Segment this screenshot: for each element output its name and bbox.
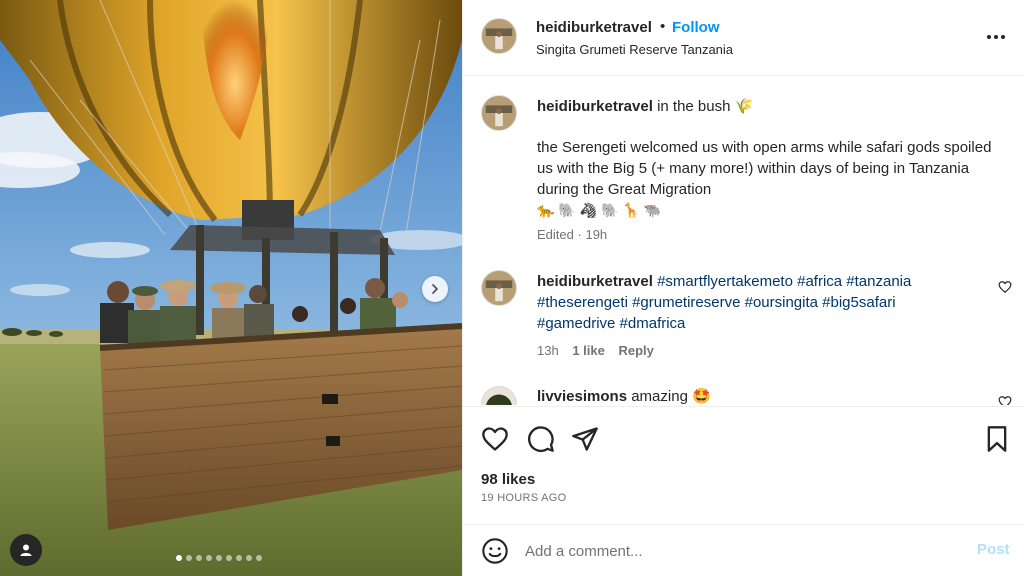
caption-age[interactable]: 19h bbox=[585, 227, 607, 242]
carousel-dot bbox=[206, 555, 212, 561]
next-slide-button[interactable] bbox=[422, 276, 448, 302]
meta-dot: · bbox=[577, 227, 582, 242]
carousel-dot bbox=[246, 555, 252, 561]
emoji-icon[interactable] bbox=[481, 537, 509, 565]
comment-input[interactable] bbox=[525, 537, 945, 565]
edited-label: Edited bbox=[537, 227, 574, 242]
post-media[interactable] bbox=[0, 0, 462, 576]
post-location[interactable]: Singita Grumeti Reserve Tanzania bbox=[536, 42, 733, 57]
avatar[interactable] bbox=[481, 18, 517, 54]
carousel-dot bbox=[186, 555, 192, 561]
comment-text: amazing 🤩 bbox=[631, 388, 711, 405]
profile-photo bbox=[482, 387, 516, 405]
caption-emojis: 🐆 🐘 🦓 🐘 🦒 🐃 bbox=[537, 202, 662, 218]
post-author-username[interactable]: heidiburketravel bbox=[536, 19, 652, 36]
comment-username[interactable]: livviesimons bbox=[537, 388, 627, 405]
caption-username[interactable]: heidiburketravel bbox=[537, 98, 653, 115]
post-details-panel: heidiburketravel • Follow Singita Grumet… bbox=[462, 0, 1024, 576]
caption-meta: Edited · 19h bbox=[537, 227, 607, 242]
caption-text: the Serengeti welcomed us with open arms… bbox=[537, 139, 992, 198]
carousel-indicator bbox=[176, 555, 262, 561]
more-options-icon[interactable] bbox=[979, 26, 1013, 48]
comment-likes-count[interactable]: 1 like bbox=[572, 343, 605, 358]
profile-photo bbox=[482, 271, 516, 305]
comment-item: livviesimons amazing 🤩 bbox=[537, 386, 711, 405]
post-actions: 98 likes 19 HOURS AGO bbox=[463, 406, 1024, 524]
avatar[interactable] bbox=[481, 270, 517, 306]
tagged-users-button[interactable] bbox=[10, 534, 42, 566]
comment-hashtags-line2[interactable]: #theserengeti #grumetireserve #oursingit… bbox=[537, 294, 896, 311]
add-comment-bar: Post bbox=[463, 524, 1024, 576]
bookmark-icon[interactable] bbox=[983, 425, 1011, 453]
post-timestamp[interactable]: 19 HOURS AGO bbox=[481, 492, 567, 504]
post-header: heidiburketravel • Follow Singita Grumet… bbox=[463, 0, 1024, 76]
comment-age[interactable]: 13h bbox=[537, 343, 559, 358]
user-tag-icon bbox=[20, 544, 32, 556]
carousel-dot bbox=[196, 555, 202, 561]
carousel-dot bbox=[256, 555, 262, 561]
reply-button[interactable]: Reply bbox=[618, 343, 653, 358]
follow-button[interactable]: Follow bbox=[672, 19, 720, 36]
comment-meta: 13h 1 like Reply bbox=[537, 343, 654, 358]
heart-icon[interactable] bbox=[481, 425, 509, 453]
comment-like-heart-icon[interactable] bbox=[998, 395, 1012, 405]
post-comment-button[interactable]: Post bbox=[977, 541, 1010, 558]
chevron-right-icon bbox=[432, 284, 438, 294]
comments-section[interactable]: heidiburketravel in the bush 🌾 the Seren… bbox=[463, 77, 1024, 405]
avatar[interactable] bbox=[481, 95, 517, 131]
share-icon[interactable] bbox=[571, 425, 599, 453]
separator-dot: • bbox=[660, 18, 666, 35]
caption-headline-text: in the bush 🌾 bbox=[657, 98, 754, 115]
carousel-dot bbox=[226, 555, 232, 561]
profile-photo bbox=[482, 96, 516, 130]
comment-like-heart-icon[interactable] bbox=[998, 280, 1012, 294]
comment-item: heidiburketravel #smartflyertakemeto #af… bbox=[537, 271, 977, 334]
profile-photo bbox=[482, 19, 516, 53]
carousel-dot bbox=[216, 555, 222, 561]
likes-count[interactable]: 98 likes bbox=[481, 471, 535, 488]
carousel-dot bbox=[176, 555, 182, 561]
comment-icon[interactable] bbox=[527, 425, 555, 453]
carousel-dot bbox=[236, 555, 242, 561]
caption-headline: heidiburketravel in the bush 🌾 bbox=[537, 96, 753, 117]
comment-hashtags-line1[interactable]: #smartflyertakemeto #africa #tanzania bbox=[657, 273, 911, 290]
post-photo bbox=[0, 0, 462, 576]
avatar[interactable] bbox=[481, 386, 517, 405]
comment-username[interactable]: heidiburketravel bbox=[537, 273, 653, 290]
comment-hashtags-line3[interactable]: #gamedrive #dmafrica bbox=[537, 315, 685, 332]
